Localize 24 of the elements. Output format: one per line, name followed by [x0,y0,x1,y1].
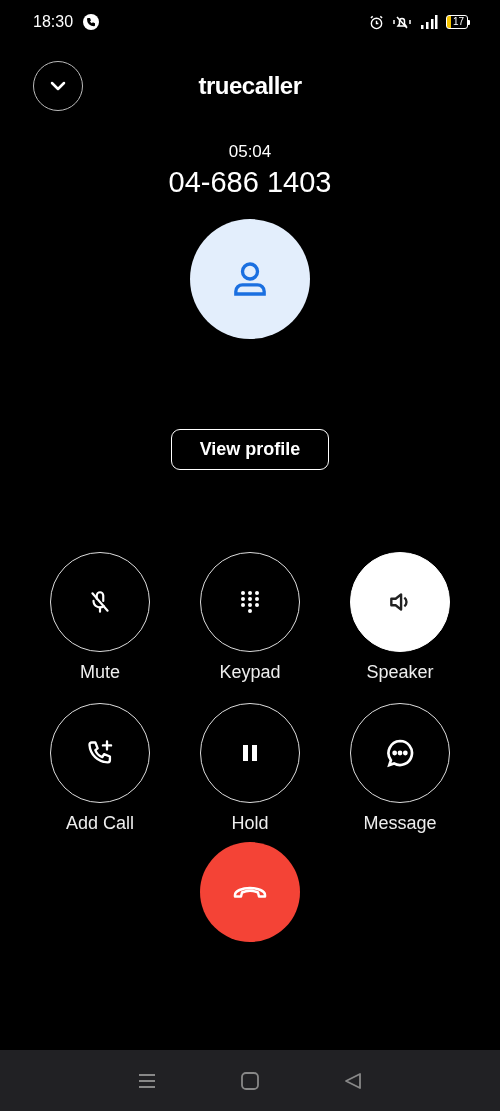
clock-time: 18:30 [33,13,74,31]
control-label: Keypad [219,662,281,683]
chat-bubble-icon [384,737,416,769]
control-label: Mute [80,662,120,683]
hang-up-icon [233,885,267,899]
muted-bell-icon [391,15,412,29]
control-label: Speaker [366,662,434,683]
chevron-down-icon [50,81,66,91]
keypad-icon [238,589,262,615]
app-logo: truecaller [198,72,302,100]
phone-badge-icon [83,14,100,30]
minimize-button[interactable] [33,61,83,111]
battery-icon: 17 [445,15,470,29]
signal-icon [419,15,438,29]
home-icon[interactable] [241,1071,259,1090]
control-label: Message [363,813,437,834]
control-label: Add Call [65,813,134,834]
control-label: Hold [231,813,269,834]
alarm-icon [368,14,384,30]
menu-icon[interactable] [137,1072,156,1089]
back-icon[interactable] [344,1071,363,1090]
phone-number: 04-686 1403 [168,166,332,199]
view-profile-button[interactable]: View profile [171,429,329,470]
call-duration: 05:04 [228,142,272,162]
